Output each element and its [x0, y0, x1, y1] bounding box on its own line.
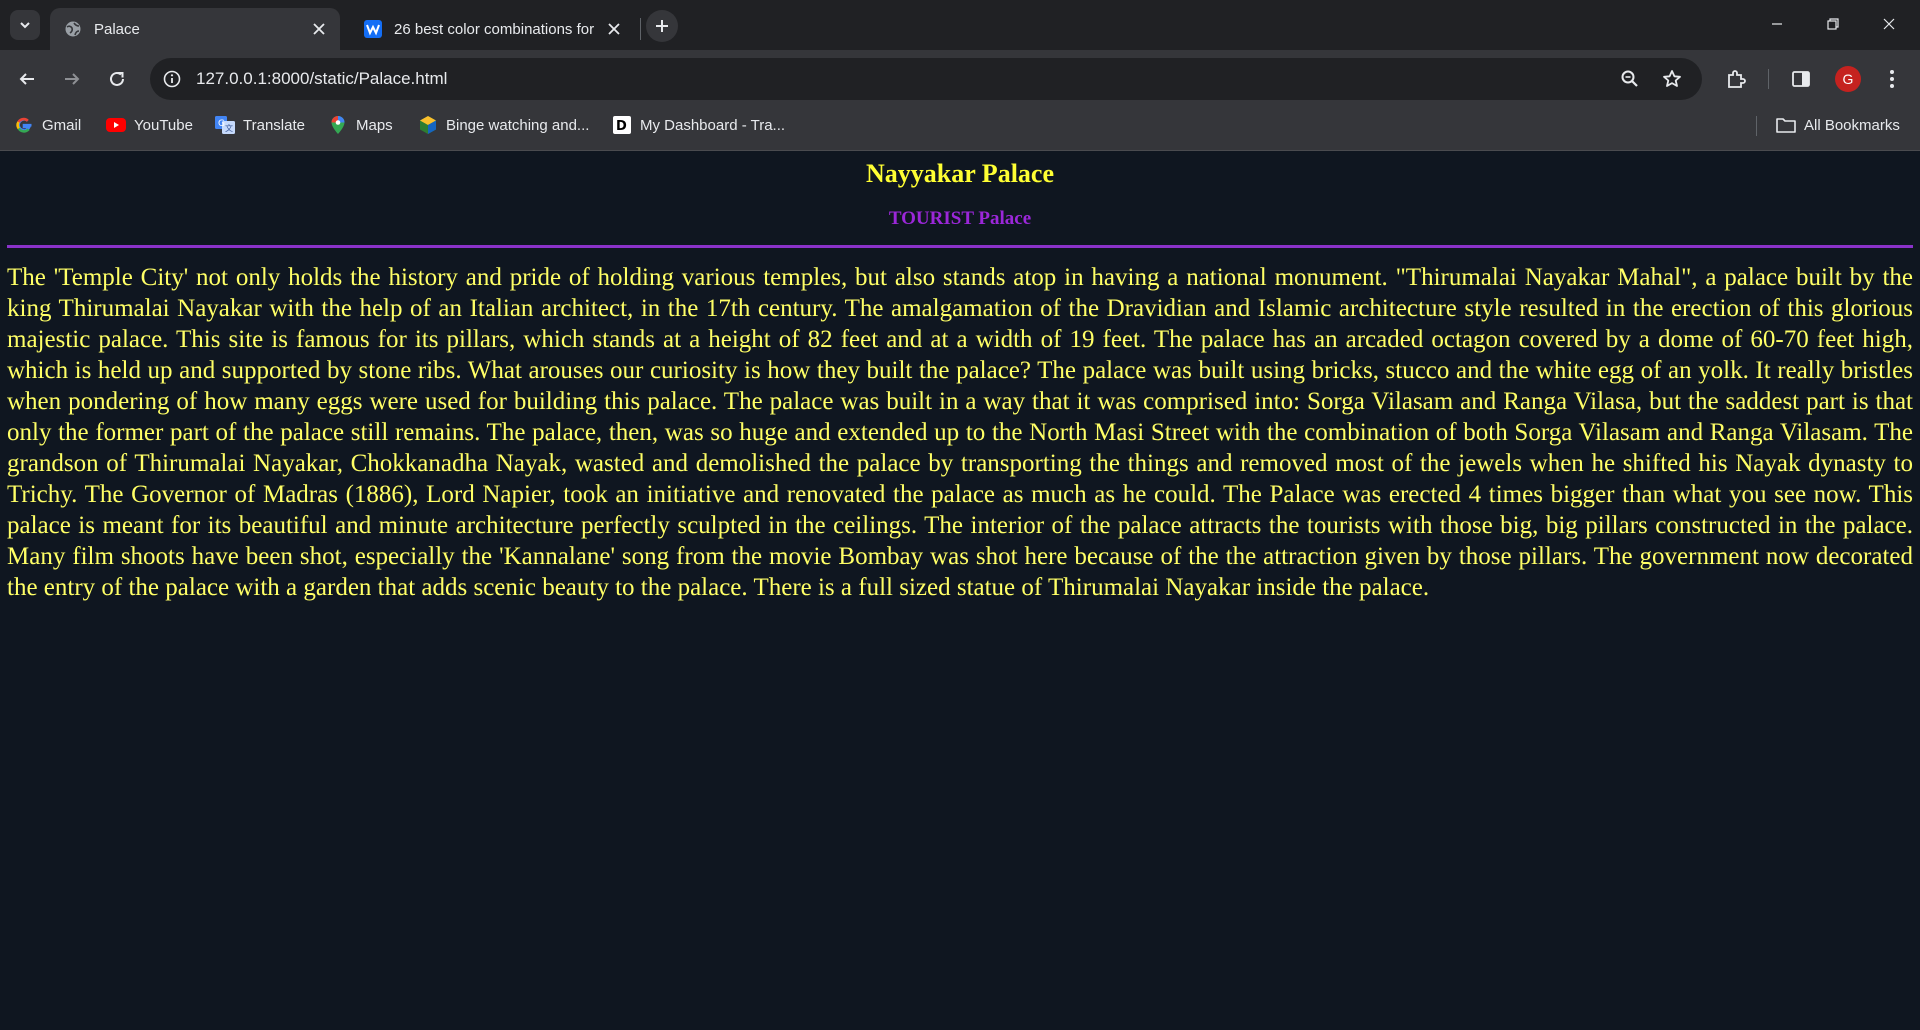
close-window-button[interactable] — [1866, 8, 1912, 40]
arrow-right-icon — [65, 73, 80, 85]
tab-palace[interactable]: Palace — [50, 8, 340, 50]
tab-search-button[interactable] — [10, 10, 40, 40]
minimize-icon — [1772, 23, 1782, 25]
restore-icon — [1827, 18, 1839, 30]
body-paragraph: The 'Temple City' not only holds the his… — [7, 264, 1913, 601]
address-bar[interactable]: 127.0.0.1:8000/static/Palace.html — [150, 58, 1702, 100]
chevron-down-icon — [20, 22, 30, 29]
url-text: 127.0.0.1:8000/static/Palace.html — [196, 69, 448, 88]
bookmark-youtube[interactable]: YouTube — [106, 108, 193, 142]
all-bookmarks-button[interactable]: All Bookmarks — [1776, 108, 1900, 142]
forward-button[interactable] — [56, 63, 88, 95]
globe-icon — [64, 20, 82, 38]
minimize-button[interactable] — [1754, 8, 1800, 40]
side-panel-button[interactable] — [1785, 63, 1817, 95]
browser-menu-button[interactable] — [1876, 63, 1908, 95]
bookmark-label: My Dashboard - Tra... — [640, 116, 786, 134]
svg-text:G: G — [218, 119, 225, 129]
toolbar-divider — [1768, 69, 1769, 89]
back-button[interactable] — [11, 63, 43, 95]
bookmarks-bar: Gmail YouTube G文 Translate Maps Binge wa… — [0, 108, 1920, 151]
webflow-w-icon — [364, 20, 382, 38]
page-content: Nayyakar Palace TOURIST Palace The 'Temp… — [0, 151, 1920, 1030]
extensions-button[interactable] — [1720, 63, 1752, 95]
svg-text:文: 文 — [225, 123, 233, 133]
bookmark-label: Gmail — [42, 116, 82, 134]
page-title: Nayyakar Palace — [866, 159, 1054, 188]
browser-toolbar: 127.0.0.1:8000/static/Palace.html G — [0, 50, 1920, 108]
close-tab-icon[interactable] — [603, 18, 625, 40]
bookmark-my-dashboard[interactable]: D My Dashboard - Tra... — [612, 108, 785, 142]
side-panel-icon — [1792, 71, 1810, 87]
puzzle-icon — [1728, 70, 1746, 88]
profile-avatar[interactable]: G — [1835, 66, 1861, 92]
plus-icon — [656, 20, 668, 32]
bookmark-label: Maps — [356, 116, 393, 134]
tab-divider — [640, 18, 641, 40]
bookmark-label: All Bookmarks — [1804, 116, 1900, 134]
bookmark-label: YouTube — [134, 116, 193, 134]
bookmark-gmail[interactable]: Gmail — [14, 108, 81, 142]
page-subtitle: TOURIST Palace — [888, 208, 1032, 229]
bookmark-label: Translate — [243, 116, 305, 134]
svg-text:D: D — [616, 119, 627, 134]
maps-pin-icon — [328, 115, 348, 135]
horizontal-rule — [7, 245, 1913, 248]
zoom-icon[interactable] — [1618, 67, 1642, 91]
bookmark-label: Binge watching and... — [446, 116, 590, 134]
bookmarks-divider — [1756, 116, 1757, 136]
close-icon — [1883, 18, 1895, 30]
bookmark-binge-watching[interactable]: Binge watching and... — [418, 108, 589, 142]
tab-title: Palace — [94, 20, 140, 38]
folder-icon — [1776, 115, 1796, 135]
reload-icon — [110, 71, 124, 86]
tab-color-combinations[interactable]: 26 best color combinations for — [350, 8, 635, 50]
youtube-icon — [106, 115, 126, 135]
more-vertical-icon — [1890, 70, 1894, 88]
binge-icon — [418, 115, 438, 135]
arrow-left-icon — [19, 73, 34, 85]
google-g-icon — [14, 115, 34, 135]
d-logo-icon: D — [612, 115, 632, 135]
restore-button[interactable] — [1810, 8, 1856, 40]
translate-icon: G文 — [215, 115, 235, 135]
tab-title: 26 best color combinations for — [394, 20, 595, 38]
reload-button[interactable] — [101, 63, 133, 95]
bookmark-maps[interactable]: Maps — [328, 108, 393, 142]
new-tab-button[interactable] — [646, 10, 678, 42]
site-info-icon[interactable] — [162, 69, 182, 89]
bookmark-translate[interactable]: G文 Translate — [215, 108, 305, 142]
close-tab-icon[interactable] — [308, 18, 330, 40]
bookmark-star-icon[interactable] — [1660, 67, 1684, 91]
tab-bar: Palace 26 best color combinations for — [0, 0, 1920, 50]
